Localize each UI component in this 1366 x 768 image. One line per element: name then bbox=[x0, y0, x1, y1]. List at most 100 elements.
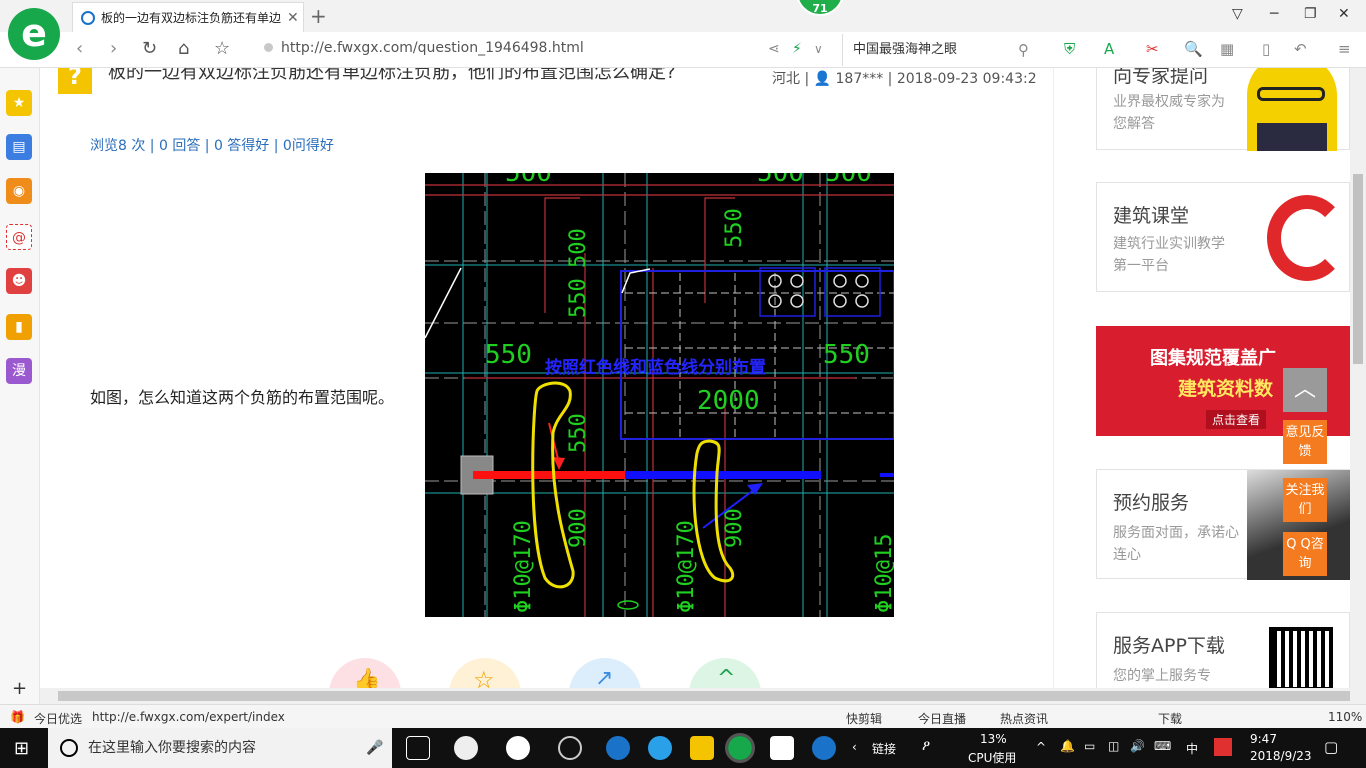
browser-logo[interactable]: e bbox=[8, 8, 60, 60]
share-icon[interactable]: ⋖ bbox=[768, 41, 780, 57]
notification-badge[interactable]: 71 bbox=[796, 0, 844, 16]
service-card-subtitle: 服务面对面，承诺心连心 bbox=[1113, 525, 1239, 563]
tab-favicon-icon bbox=[81, 10, 95, 25]
top-button[interactable]: ^ bbox=[689, 658, 761, 688]
close-window-icon[interactable]: ✕ bbox=[1338, 6, 1350, 22]
navigation-bar: ‹ › ↻ ⌂ ☆ http://e.fwxgx.com/question_19… bbox=[0, 32, 1366, 68]
task-view-icon[interactable] bbox=[406, 736, 430, 760]
tray-device-icon[interactable]: ▭ bbox=[1084, 739, 1095, 753]
quick-clip-link[interactable]: 快剪辑 bbox=[846, 710, 882, 727]
tab-close-icon[interactable]: ✕ bbox=[287, 10, 299, 26]
search-icon[interactable]: ⚲ bbox=[1018, 41, 1029, 59]
skin-icon[interactable]: ▽ bbox=[1232, 6, 1243, 22]
game-icon[interactable]: ☻ bbox=[6, 268, 32, 294]
browser-tab[interactable]: 板的一边有双边标注负筋还有单边 ✕ bbox=[72, 2, 304, 32]
chevron-down-icon[interactable]: ∨ bbox=[814, 42, 823, 56]
follow-us-button[interactable]: 关注我们 bbox=[1283, 478, 1327, 522]
comic-icon[interactable]: 漫 bbox=[6, 358, 32, 384]
news-icon[interactable]: ▤ bbox=[6, 134, 32, 160]
mail-icon[interactable]: @ bbox=[6, 224, 32, 250]
question-content: ? 板的一边有双边标注负筋还有单边标注负筋，他们的布置范围怎么确定? 河北 | … bbox=[40, 68, 1054, 688]
vertical-scrollbar[interactable] bbox=[1350, 68, 1366, 688]
qq-consult-button[interactable]: Q Q咨询 bbox=[1283, 532, 1327, 576]
horizontal-scrollbar[interactable] bbox=[40, 688, 1366, 704]
feedback-button[interactable]: 意见反馈 bbox=[1283, 420, 1327, 464]
app-card-subtitle: 您的掌上服务专 bbox=[1113, 668, 1211, 684]
classroom-card[interactable]: 建筑课堂 建筑行业实训教学第一平台 bbox=[1096, 182, 1350, 292]
cad-label: 900 bbox=[722, 508, 747, 548]
chrome-like-icon[interactable] bbox=[558, 736, 582, 760]
chevron-left-icon[interactable]: ‹ bbox=[852, 740, 857, 754]
windows-start-icon[interactable]: ⊞ bbox=[14, 738, 29, 759]
ie-e-icon[interactable] bbox=[506, 736, 530, 760]
action-center-icon[interactable]: ▢ bbox=[1324, 738, 1338, 756]
browser-taskbar-icon[interactable] bbox=[725, 733, 755, 763]
forward-icon[interactable]: › bbox=[110, 38, 117, 59]
maximize-icon[interactable]: ❐ bbox=[1304, 6, 1317, 22]
refresh-icon[interactable]: ↻ bbox=[142, 38, 157, 59]
fan-app-icon[interactable] bbox=[454, 736, 478, 760]
reader-icon[interactable]: ▯ bbox=[1262, 40, 1270, 58]
apps-icon[interactable]: ▦ bbox=[1220, 40, 1234, 58]
favorites-icon[interactable]: ★ bbox=[6, 90, 32, 116]
app-g-icon[interactable] bbox=[812, 736, 836, 760]
file-explorer-icon[interactable] bbox=[690, 736, 714, 760]
vertical-scroll-thumb[interactable] bbox=[1353, 174, 1363, 364]
add-sidebar-icon[interactable]: + bbox=[12, 678, 27, 699]
horizontal-scroll-thumb[interactable] bbox=[58, 691, 1350, 701]
taskbar-search[interactable]: 在这里输入你要搜索的内容 🎤 bbox=[48, 728, 392, 768]
address-url: http://e.fwxgx.com/question_1946498.html bbox=[281, 40, 584, 56]
volume-icon[interactable]: 🔊 bbox=[1130, 739, 1145, 753]
mail-taskbar-icon[interactable] bbox=[770, 736, 794, 760]
app-download-card[interactable]: 服务APP下载 您的掌上服务专 bbox=[1096, 612, 1350, 688]
lightning-icon[interactable]: ⚡ bbox=[792, 41, 802, 57]
magnifier-icon[interactable]: 🔍 bbox=[1184, 40, 1203, 58]
clock-date[interactable]: 2018/9/23 bbox=[1250, 749, 1312, 763]
zoom-level[interactable]: 110% bbox=[1328, 710, 1362, 724]
network-icon[interactable]: ◫ bbox=[1108, 739, 1119, 753]
question-icon: ? bbox=[58, 68, 92, 94]
menu-icon[interactable]: ≡ bbox=[1338, 40, 1351, 58]
live-link[interactable]: 今日直播 bbox=[918, 710, 966, 727]
like-button[interactable]: 👍 bbox=[329, 658, 401, 688]
reader-sidebar-icon[interactable]: ▮ bbox=[6, 314, 32, 340]
service-card-title: 预约服务 bbox=[1113, 492, 1190, 514]
tray-bell-icon[interactable]: 🔔 bbox=[1060, 739, 1075, 753]
tray-chevron-up-icon[interactable]: ^ bbox=[1036, 740, 1046, 754]
home-icon[interactable]: ⌂ bbox=[178, 38, 189, 59]
cad-label: 900 bbox=[566, 508, 591, 548]
ime-indicator[interactable]: 中 bbox=[1186, 740, 1198, 757]
share-button[interactable]: ↗ bbox=[569, 658, 641, 688]
taskbar-link-label[interactable]: 链接 bbox=[872, 740, 896, 757]
cut-icon[interactable]: ✂ bbox=[1146, 40, 1159, 58]
today-picks-link[interactable]: 今日优选 bbox=[34, 710, 82, 727]
gift-icon[interactable]: 🎁 bbox=[10, 710, 25, 724]
left-sidebar: ★ ▤ ◉ @ ☻ ▮ 漫 + bbox=[0, 68, 40, 704]
download-link[interactable]: 下载 bbox=[1158, 710, 1182, 727]
edge-icon[interactable] bbox=[606, 736, 630, 760]
cad-annotation: 按照红色线和蓝色线分别布置 bbox=[545, 357, 766, 378]
sogou-icon[interactable] bbox=[1214, 738, 1232, 756]
shield-icon[interactable]: ⛨ bbox=[1064, 40, 1075, 58]
microphone-icon[interactable]: 🎤 bbox=[366, 728, 383, 768]
search-box[interactable]: 中国最强海神之眼 bbox=[842, 34, 1042, 66]
minimize-icon[interactable]: ─ bbox=[1270, 6, 1278, 22]
expert-card[interactable]: 向专家提问 业界最权威专家为您解答 bbox=[1096, 68, 1350, 151]
people-icon[interactable]: ዖ bbox=[922, 738, 930, 754]
back-icon[interactable]: ‹ bbox=[76, 38, 83, 59]
weibo-icon[interactable]: ◉ bbox=[6, 178, 32, 204]
back-to-top-button[interactable]: ︿ bbox=[1283, 368, 1327, 412]
translate-icon[interactable]: A bbox=[1104, 40, 1114, 58]
address-bar[interactable]: http://e.fwxgx.com/question_1946498.html bbox=[264, 40, 754, 56]
keyboard-icon[interactable]: ⌨ bbox=[1154, 739, 1171, 753]
cpu-percent: 13% bbox=[980, 732, 1007, 746]
hot-news-link[interactable]: 热点资讯 bbox=[1000, 710, 1048, 727]
clock-time[interactable]: 9:47 bbox=[1250, 732, 1277, 746]
bookmark-star-icon[interactable]: ☆ bbox=[214, 38, 230, 59]
favorite-button[interactable]: ☆ bbox=[449, 658, 521, 688]
new-tab-button[interactable]: + bbox=[310, 4, 327, 28]
undo-icon[interactable]: ↶ bbox=[1294, 40, 1307, 58]
internet-explorer-icon[interactable] bbox=[648, 736, 672, 760]
banner-link[interactable]: 点击查看 bbox=[1206, 410, 1267, 429]
question-stats[interactable]: 浏览8 次 | 0 回答 | 0 答得好 | 0问得好 bbox=[90, 135, 334, 155]
